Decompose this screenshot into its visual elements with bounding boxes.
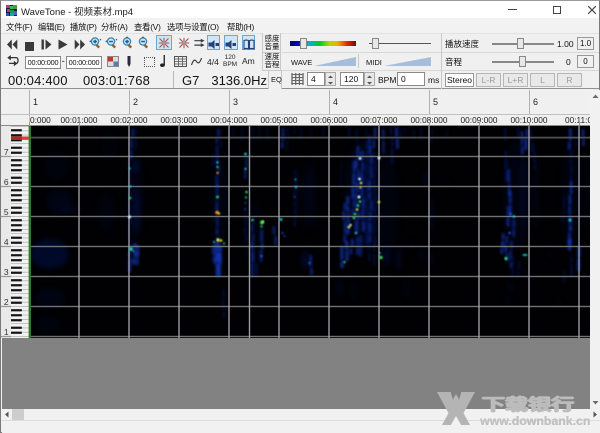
svg-text:1: 1 bbox=[4, 327, 9, 337]
svg-text:5: 5 bbox=[4, 207, 9, 217]
svg-text:6: 6 bbox=[4, 177, 9, 187]
svg-text:2: 2 bbox=[4, 297, 9, 307]
svg-text:7: 7 bbox=[4, 147, 9, 157]
svg-text:4: 4 bbox=[4, 237, 9, 247]
svg-text:3: 3 bbox=[4, 267, 9, 277]
